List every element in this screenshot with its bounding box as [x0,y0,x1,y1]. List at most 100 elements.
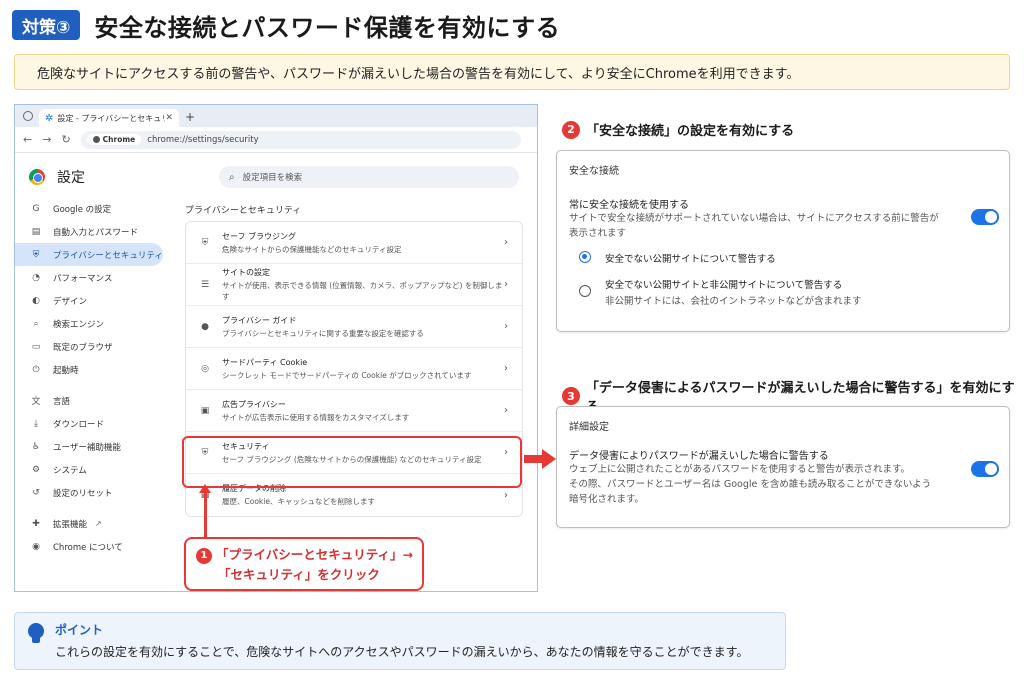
step-number-3: 3 [562,387,580,405]
sidebar-item-appearance[interactable]: ◐ デザイン [15,289,175,312]
settings-title: 設定 [57,170,85,186]
accessibility-icon: ♿ [31,441,41,452]
sidebar-item-extensions[interactable]: ✚ 拡張機能 ↗ [15,512,175,535]
panel-title: 安全な接続 [569,166,619,177]
sidebar-item-label: ユーザー補助機能 [53,442,121,453]
page-title: 安全な接続とパスワード保護を有効にする [94,13,561,42]
option-desc: サイトで安全な接続がサポートされていない場合は、サイトにアクセスする前に警告が [569,213,939,224]
forward-icon[interactable]: → [42,133,51,146]
language-icon: 文 [31,397,41,407]
radio-public-sites-label: 安全でない公開サイトについて警告する [605,254,776,265]
callout-line2: 「セキュリティ」をクリック [218,567,380,582]
sidebar-item-accessibility[interactable]: ♿ ユーザー補助機能 [15,435,175,458]
radio-public-private-sub: 非公開サイトには、会社のイントラネットなどが含まれます [605,296,862,307]
sidebar-item-on-startup[interactable]: ⏻ 起動時 [15,358,175,381]
chevron-right-icon: › [504,321,508,332]
row-safe-browsing[interactable]: ⛨ セーフ ブラウジング 危険なサイトからの保護機能などのセキュリティ設定 › [186,222,522,264]
sidebar-item-reset[interactable]: ↺ 設定のリセット [15,481,175,504]
option-title: 常に安全な接続を使用する [569,200,689,211]
panel-title: 詳細設定 [569,422,609,433]
new-tab-button[interactable]: + [185,110,195,124]
chevron-right-icon: › [504,363,508,374]
password-leak-toggle[interactable] [971,461,999,477]
palette-icon: ◐ [32,295,40,306]
sidebar-item-label: 拡張機能 [53,519,88,530]
shield-icon: ⛨ [32,249,40,260]
cookie-icon: ◎ [201,363,209,374]
point-label: ポイント [55,623,104,637]
arrow-right-stem [524,455,544,463]
sidebar-item-languages[interactable]: 文 言語 [15,389,175,412]
option-desc: 暗号化されます。 [569,494,645,505]
point-box: ポイント これらの設定を有効にすることで、危険なサイトへのアクセスやパスワードの… [14,612,786,670]
sidebar-item-search-engine[interactable]: ⌕ 検索エンジン [15,312,175,335]
row-desc: サイトが使用、表示できる情報 (位置情報、カメラ、ポップアップなど) を制御しま… [222,281,503,301]
sidebar-item-label: 自動入力とパスワード [53,227,139,238]
sidebar-item-privacy[interactable]: ⛨ プライバシーとセキュリティ [15,243,163,266]
row-privacy-guide[interactable]: ● プライバシー ガイドプライバシーとセキュリティに関する重要な設定を確認する › [186,306,522,348]
lead-box: 危険なサイトにアクセスする前の警告や、パスワードが漏えいした場合の警告を有効にし… [14,54,1010,90]
sidebar-item-autofill[interactable]: ▤ 自動入力とパスワード [15,220,175,243]
sidebar-item-about[interactable]: ◉ Chrome について [15,535,175,558]
row-desc: プライバシーとセキュリティに関する重要な設定を確認する [222,328,424,338]
title-bar: 対策③ 安全な接続とパスワード保護を有効にする [12,8,560,42]
close-icon[interactable]: ✕ [165,113,173,123]
radio-public-sites[interactable] [579,251,591,263]
chevron-right-icon: › [504,237,508,248]
sidebar-item-downloads[interactable]: ⤓ ダウンロード [15,412,175,435]
row-ad-privacy[interactable]: ▣ 広告プライバシー サイトが広告表示に使用する情報をカスタマイズします › [186,390,522,432]
sidebar-item-performance[interactable]: ◔ パフォーマンス [15,266,175,289]
sidebar-divider [15,504,175,512]
always-secure-option: 常に安全な接続を使用する サイトで安全な接続がサポートされていない場合は、サイト… [569,196,959,241]
chip-label: Chrome [102,135,136,144]
browser-window: ✲ 設定 - プライバシーとセキュリティ ✕ + ← → ↻ Chrome ch… [14,104,538,592]
row-title: プライバシー ガイド [222,315,297,325]
secure-connection-toggle[interactable] [971,209,999,225]
arrow-right-icon [542,449,556,469]
browser-icon: ▭ [31,341,41,352]
row-title: サイトの設定 [222,268,270,277]
tab-strip: ✲ 設定 - プライバシーとセキュリティ ✕ + [15,105,537,127]
radio-public-private-label: 安全でない公開サイトと非公開サイトについて警告する [605,280,843,291]
step-badge: 対策③ [12,10,81,40]
search-icon: ⌕ [229,171,235,183]
chevron-right-icon: › [504,405,508,416]
site-chip[interactable]: Chrome [86,134,142,145]
security-row-highlight [182,436,522,488]
tab-title: 設定 - プライバシーとセキュリティ [57,113,165,123]
speedometer-icon: ◔ [32,272,40,283]
sidebar-item-google[interactable]: G Google の設定 [15,197,175,220]
omnibox[interactable]: Chrome chrome://settings/security [80,130,521,149]
url-text: chrome://settings/security [147,134,259,145]
row-site-settings[interactable]: ☰ サイトの設定サイトが使用、表示できる情報 (位置情報、カメラ、ポップアップなど… [186,264,522,306]
search-icon: ⌕ [33,318,39,329]
sidebar-item-default-browser[interactable]: ▭ 既定のブラウザ [15,335,175,358]
row-title: 広告プライバシー [222,399,286,409]
chrome-icon: ◉ [32,541,40,552]
shield-icon: ⛨ [201,237,209,248]
section-heading: プライバシーとセキュリティ [185,206,302,216]
callout-line1: 「プライバシーとセキュリティ」→ [216,547,413,562]
settings-search-input[interactable]: ⌕ 設定項目を検索 [219,166,519,188]
reload-icon[interactable]: ↻ [61,133,70,146]
radio-public-private-sites[interactable] [579,285,591,297]
search-placeholder: 設定項目を検索 [242,173,303,183]
sidebar-item-label: システム [53,465,87,476]
option-desc: ウェブ上に公開されたことがあるパスワードを使用すると警告が表示されます。 [569,464,911,475]
sidebar-item-label: 既定のブラウザ [53,342,113,353]
sidebar-item-label: ダウンロード [53,419,105,430]
sliders-icon: ☰ [200,279,210,290]
option-desc: その際、パスワードとユーザー名は Google を含め誰も読み取ることができない… [569,479,932,490]
step-number-2: 2 [562,120,580,139]
window-menu-icon[interactable] [23,111,33,121]
back-icon[interactable]: ← [23,133,32,146]
tab-settings[interactable]: ✲ 設定 - プライバシーとセキュリティ ✕ [39,109,179,127]
wrench-icon: ⚙ [31,464,41,475]
row-third-party-cookies[interactable]: ◎ サードパーティ Cookie シークレット モードでサードパーティの Cooki… [186,348,522,390]
compass-icon: ● [201,321,209,332]
sidebar-item-system[interactable]: ⚙ システム [15,458,175,481]
download-icon: ⤓ [34,418,38,429]
lightbulb-icon [27,623,45,645]
chrome-logo-icon [29,169,45,185]
step1-callout: 1 「プライバシーとセキュリティ」→ 「セキュリティ」をクリック [184,537,424,591]
